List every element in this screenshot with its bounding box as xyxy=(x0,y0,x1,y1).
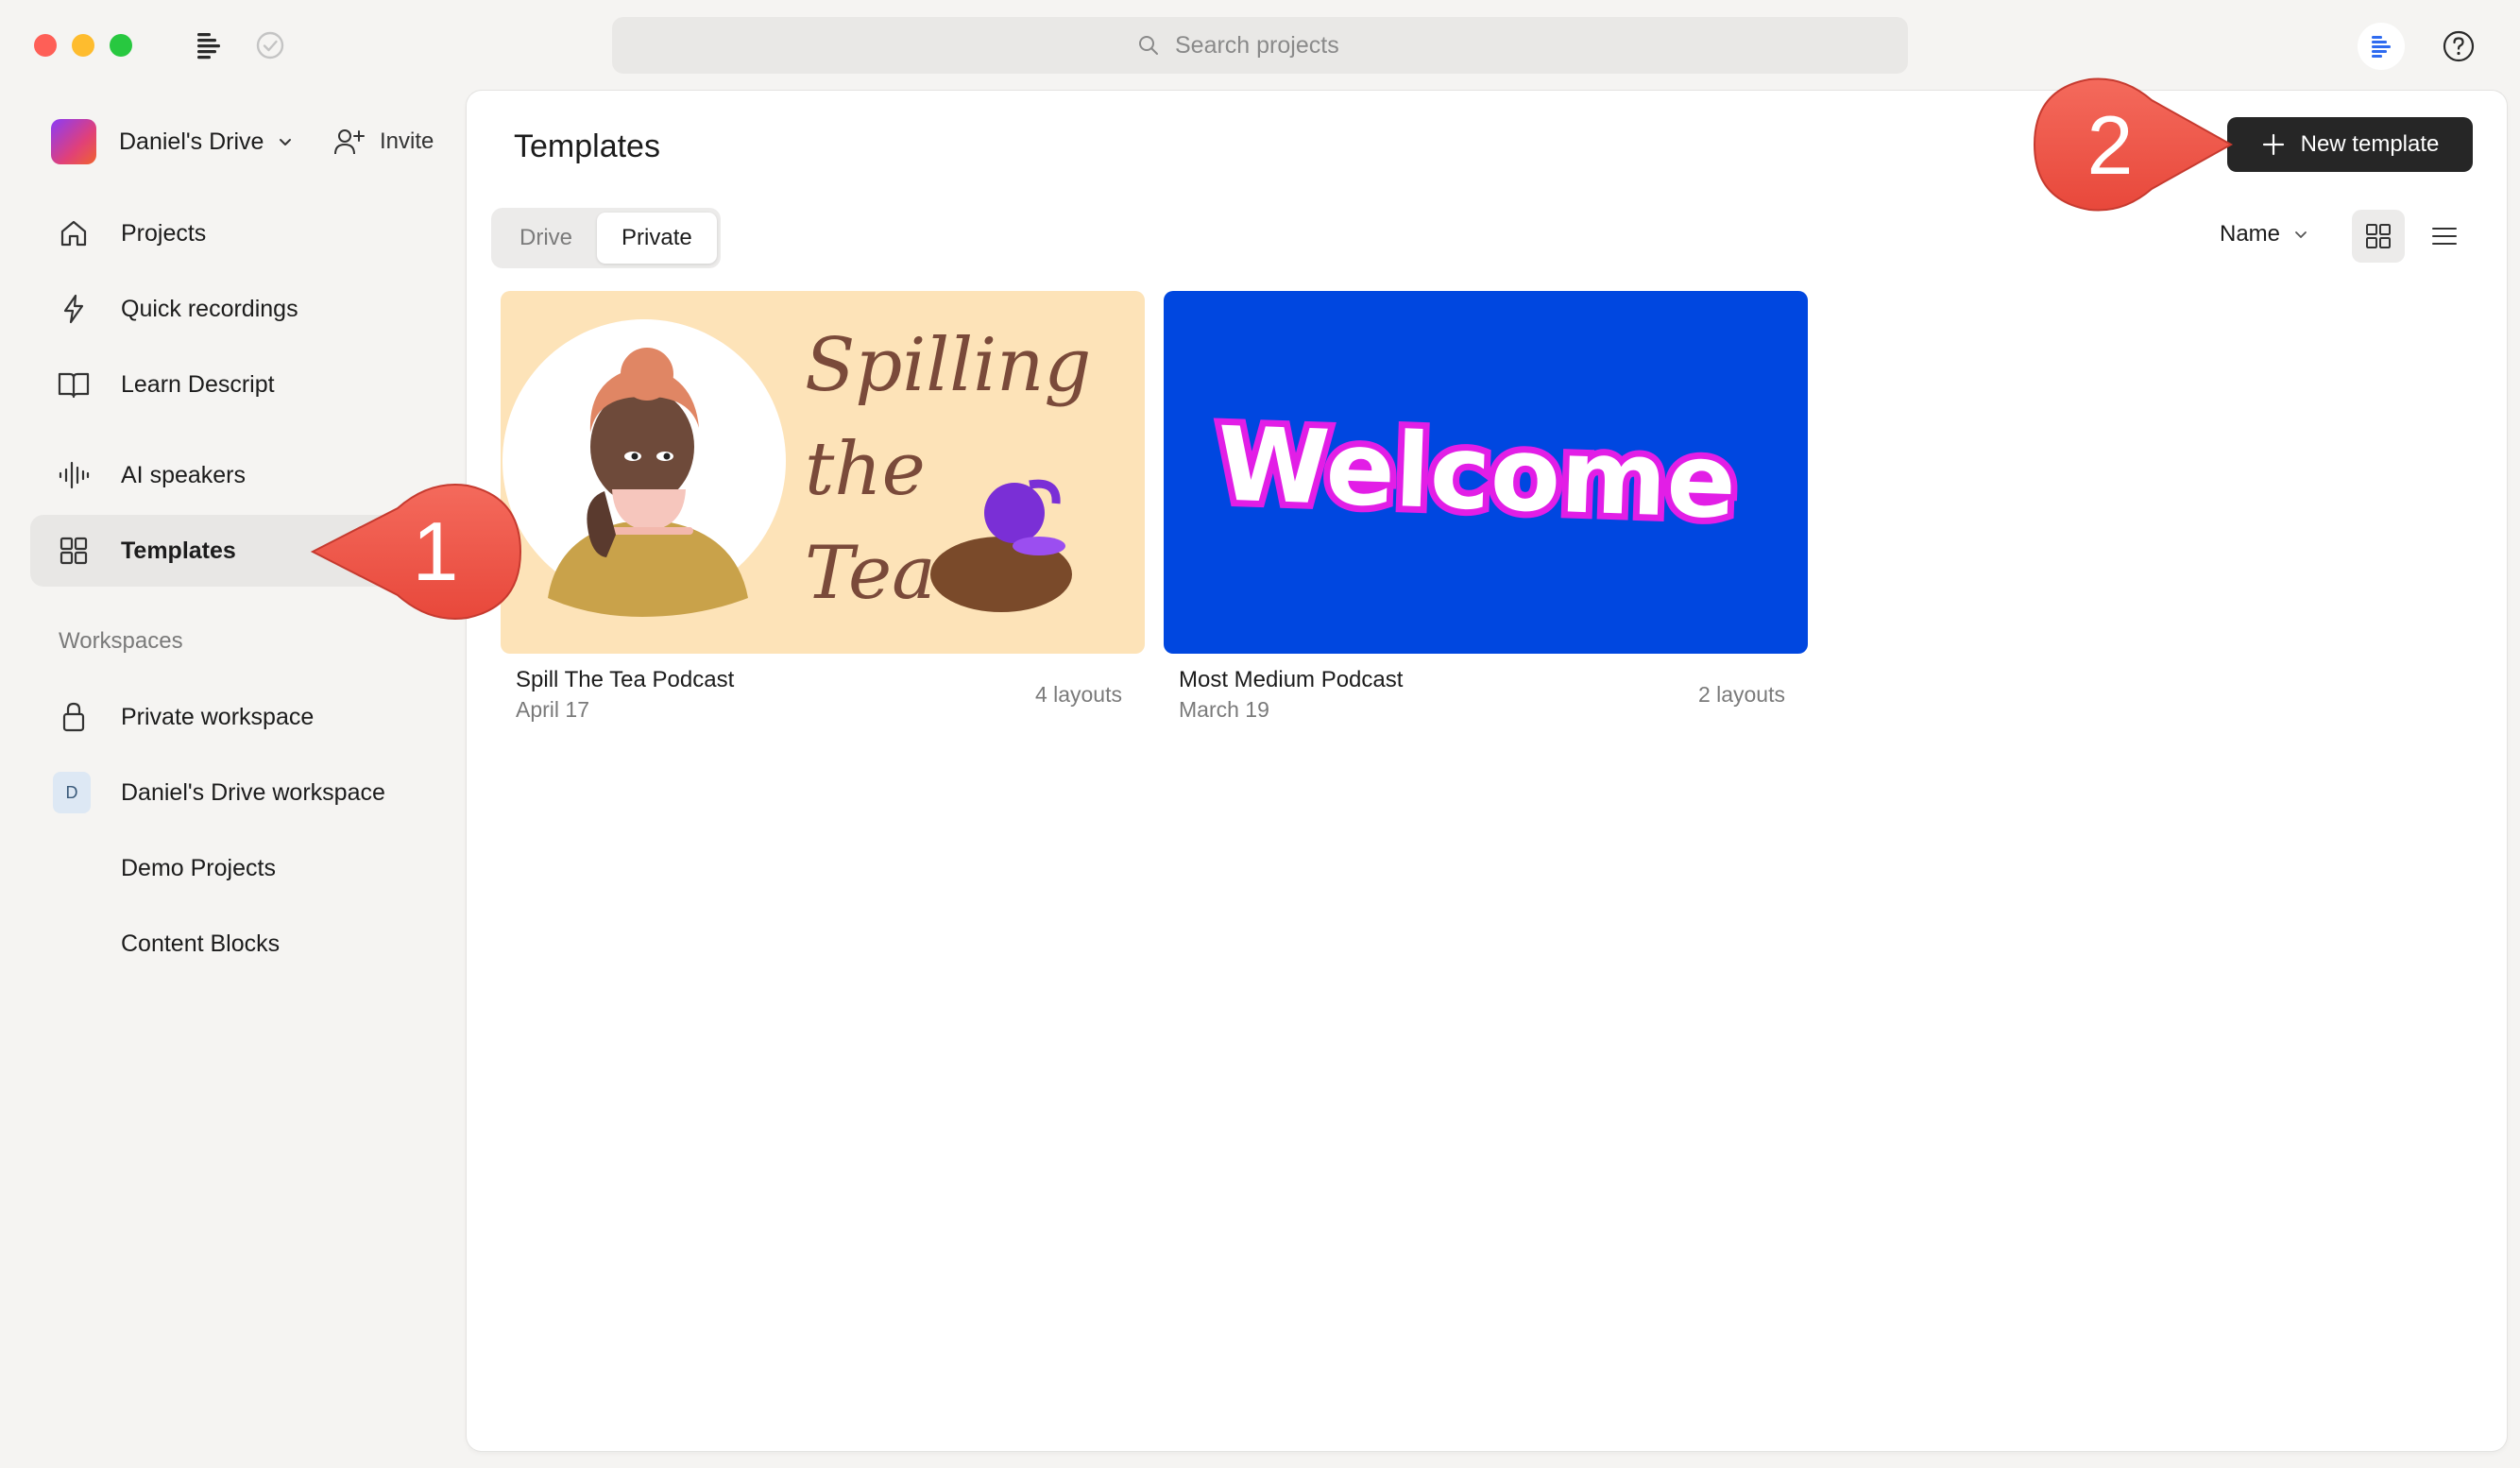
thumbnail-title-line-1: Spilling xyxy=(805,323,1091,408)
template-name: Most Medium Podcast xyxy=(1179,667,1404,692)
callout-step-1: 1 xyxy=(310,484,522,620)
sidebar-item-label: Daniel's Drive workspace xyxy=(121,778,385,806)
sidebar-item-content-blocks[interactable]: Content Blocks xyxy=(30,908,465,980)
main-panel: Templates New template Drive Private Nam… xyxy=(467,91,2507,1451)
thumbnail-title-line-2: the xyxy=(805,427,926,512)
descript-blue-logo-icon xyxy=(2372,36,2391,58)
plus-icon xyxy=(2262,133,2284,156)
home-icon xyxy=(57,216,91,250)
sidebar-item-quick-recordings[interactable]: Quick recordings xyxy=(30,273,465,345)
sidebar-item-label: AI speakers xyxy=(121,461,247,488)
callout-number: 1 xyxy=(413,504,459,598)
new-template-button[interactable]: New template xyxy=(2227,117,2473,172)
sidebar-item-label: Templates xyxy=(121,537,236,564)
sidebar-item-label: Private workspace xyxy=(121,703,315,730)
page-title: Templates xyxy=(514,128,660,164)
template-card-most-medium[interactable]: Welcome Most Medium Podcast March 19 2 l… xyxy=(1164,291,1808,722)
invite-button[interactable]: Invite xyxy=(332,127,434,157)
sort-dropdown[interactable]: Name xyxy=(2220,221,2308,248)
tab-private[interactable]: Private xyxy=(597,213,717,264)
template-layout-count: 4 layouts xyxy=(1034,682,1122,707)
search-bar[interactable] xyxy=(612,17,1908,74)
template-card-spill-the-tea[interactable]: Spilling the Tea Spill The Tea Podcast A… xyxy=(501,291,1145,722)
window-controls xyxy=(34,34,132,57)
waveform-icon xyxy=(57,458,91,492)
chevron-down-icon xyxy=(2295,231,2307,238)
list-view-button[interactable] xyxy=(2418,210,2471,263)
book-icon xyxy=(57,367,91,401)
sync-check-icon[interactable] xyxy=(253,28,287,62)
callout-step-2: 2 xyxy=(2033,77,2234,212)
sort-label: Name xyxy=(2220,221,2281,247)
sidebar-item-label: Demo Projects xyxy=(121,854,276,881)
podcast-cover-illustration: Spilling the Tea xyxy=(502,319,1091,617)
grid-view-icon xyxy=(2366,224,2391,248)
descript-account-button[interactable] xyxy=(2358,23,2405,70)
template-thumbnail: Spilling the Tea xyxy=(501,291,1145,654)
close-window-button[interactable] xyxy=(34,34,57,57)
sidebar-item-private-workspace[interactable]: Private workspace xyxy=(30,681,465,753)
sidebar-item-label: Projects xyxy=(121,219,207,247)
template-layout-count: 2 layouts xyxy=(1697,682,1785,707)
workspaces-heading: Workspaces xyxy=(59,628,183,654)
invite-label: Invite xyxy=(380,128,434,154)
tab-drive[interactable]: Drive xyxy=(495,213,597,264)
descript-logo-icon[interactable] xyxy=(194,28,228,62)
chevron-down-icon xyxy=(280,139,292,145)
drive-name: Daniel's Drive xyxy=(119,128,264,155)
search-icon xyxy=(1139,36,1158,55)
drive-avatar xyxy=(51,119,96,164)
new-template-label: New template xyxy=(2300,131,2440,157)
workspace-badge: D xyxy=(53,772,91,813)
template-name: Spill The Tea Podcast xyxy=(516,667,735,692)
callout-number: 2 xyxy=(2087,98,2134,192)
drive-switcher[interactable]: Daniel's Drive xyxy=(51,119,294,164)
grid-view-button[interactable] xyxy=(2352,210,2405,263)
sidebar-item-label: Learn Descript xyxy=(121,370,275,398)
template-date: March 19 xyxy=(1179,697,1269,722)
lightning-icon xyxy=(57,292,91,326)
sidebar-item-drive-workspace[interactable]: D Daniel's Drive workspace xyxy=(30,757,465,828)
welcome-text: Welcome xyxy=(1215,405,1738,541)
grid-icon xyxy=(57,534,91,568)
sidebar-item-label: Quick recordings xyxy=(121,295,298,322)
add-user-icon xyxy=(334,129,365,155)
template-date: April 17 xyxy=(516,697,589,722)
welcome-cover-graphic: Welcome xyxy=(1208,399,1745,548)
help-icon[interactable] xyxy=(2441,28,2477,64)
sidebar-item-demo-projects[interactable]: Demo Projects xyxy=(30,832,465,904)
search-input[interactable] xyxy=(1175,31,1383,60)
sidebar-item-projects[interactable]: Projects xyxy=(30,197,465,269)
sidebar-item-learn-descript[interactable]: Learn Descript xyxy=(30,349,465,420)
maximize-window-button[interactable] xyxy=(110,34,132,57)
sidebar-item-label: Content Blocks xyxy=(121,930,281,957)
template-thumbnail: Welcome xyxy=(1164,291,1808,654)
thumbnail-title-line-3: Tea xyxy=(805,531,936,616)
minimize-window-button[interactable] xyxy=(72,34,94,57)
lock-icon xyxy=(57,700,91,734)
list-view-icon xyxy=(2432,228,2457,245)
scope-tabs: Drive Private xyxy=(491,208,721,268)
